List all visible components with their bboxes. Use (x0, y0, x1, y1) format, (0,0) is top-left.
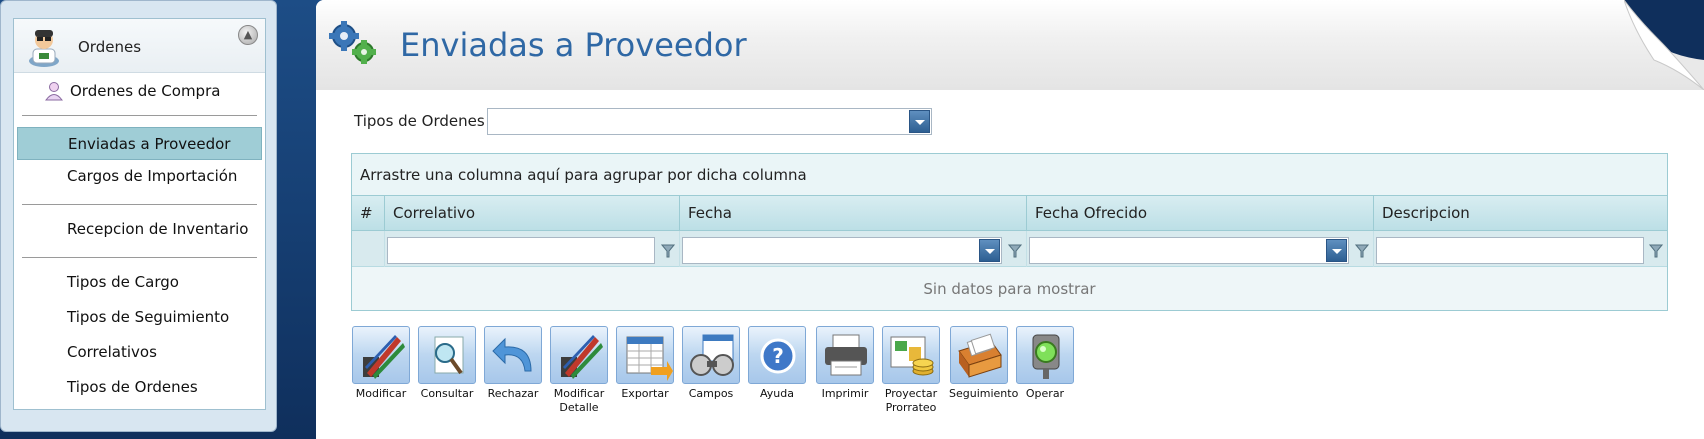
group-by-panel[interactable]: Arrastre una columna aquí para agrupar p… (352, 154, 1667, 196)
modificar-button[interactable]: Modificar (351, 326, 411, 401)
sidebar-item-tipos-seguimiento[interactable]: Tipos de Seguimiento (17, 301, 262, 334)
collapse-up-icon[interactable]: ▲ (238, 25, 258, 45)
proyectar-prorrateo-button[interactable]: Proyectar Prorrateo (881, 326, 941, 415)
filter-funnel-icon[interactable] (661, 243, 675, 259)
side-panel: Ordenes ▲ Ordenes de Compra Enviadas a P… (0, 0, 277, 432)
toolbar-label: Exportar (621, 387, 669, 400)
toolbar-label: Seguimiento (949, 387, 1019, 400)
filter-funnel-icon[interactable] (1649, 243, 1663, 259)
card-file-icon (950, 326, 1008, 384)
column-header-fecha[interactable]: Fecha (680, 196, 1027, 231)
filter-cell-descripcion (1374, 231, 1667, 267)
sidebar-item-label: Ordenes de Compra (70, 82, 221, 100)
toolbar-label: Modificar Detalle (553, 387, 605, 414)
filter-cell-fecha (680, 231, 1027, 267)
undo-arrow-icon (484, 326, 542, 384)
ayuda-button[interactable]: ? Ayuda (747, 326, 807, 401)
toolbar-label: Modificar (355, 387, 407, 400)
fecha-ofrecido-filter-input[interactable] (1029, 237, 1349, 264)
edit-pencils-icon (352, 326, 410, 384)
side-nav: Ordenes ▲ Ordenes de Compra Enviadas a P… (13, 18, 266, 410)
toolbar-label: Operar (1025, 387, 1065, 400)
operar-button[interactable]: Operar (1015, 326, 1075, 401)
filter-funnel-icon[interactable] (1355, 243, 1369, 259)
sidebar-item-enviadas-proveedor[interactable]: Enviadas a Proveedor (17, 127, 262, 160)
toolbar-label: Proyectar Prorrateo (884, 387, 938, 414)
filter-cell-index (352, 231, 385, 267)
page-curl-decoration (1624, 0, 1704, 90)
help-icon: ? (748, 326, 806, 384)
column-header-index[interactable]: # (352, 196, 385, 231)
orders-grid: Arrastre una columna aquí para agrupar p… (351, 153, 1668, 311)
fecha-filter-input[interactable] (682, 237, 1002, 264)
consultar-button[interactable]: Consultar (417, 326, 477, 401)
sidebar-item-label: Tipos de Seguimiento (67, 308, 230, 326)
person-icon (45, 82, 63, 101)
toolbar-label: Imprimir (821, 387, 869, 400)
projection-coins-icon (882, 326, 940, 384)
sidebar-item-label: Tipos de Cargo (67, 273, 179, 291)
gears-icon (329, 21, 376, 64)
magnifier-document-icon (418, 326, 476, 384)
side-header[interactable]: Ordenes ▲ (14, 19, 265, 73)
main-panel: Enviadas a Proveedor Tipos de Ordenes Ar… (316, 0, 1704, 439)
sidebar-item-label: Cargos de Importación (67, 167, 238, 185)
page-header: Enviadas a Proveedor (316, 0, 1704, 90)
grid-header: # Correlativo Fecha Fecha Ofrecido Descr… (352, 196, 1667, 231)
printer-icon (816, 326, 874, 384)
grid-filter-row (352, 231, 1667, 267)
edit-detail-icon (550, 326, 608, 384)
chevron-down-icon[interactable] (909, 110, 930, 133)
sidebar-divider (22, 204, 257, 205)
export-spreadsheet-icon (616, 326, 674, 384)
correlativo-filter-input[interactable] (387, 237, 655, 264)
sidebar-item-label: Tipos de Ordenes (67, 378, 198, 396)
chevron-down-icon[interactable] (979, 239, 1000, 262)
svg-text:?: ? (772, 344, 784, 368)
imprimir-button[interactable]: Imprimir (815, 326, 875, 401)
rechazar-button[interactable]: Rechazar (483, 326, 543, 401)
chevron-down-icon[interactable] (1326, 239, 1347, 262)
sidebar-item-ordenes-compra[interactable]: Ordenes de Compra (17, 75, 262, 108)
exportar-button[interactable]: Exportar (615, 326, 675, 401)
descripcion-filter-input[interactable] (1376, 237, 1644, 264)
column-header-correlativo[interactable]: Correlativo (385, 196, 680, 231)
sidebar-item-label: Correlativos (67, 343, 157, 361)
order-type-label: Tipos de Ordenes (354, 112, 485, 130)
modificar-detalle-button[interactable]: Modificar Detalle (549, 326, 609, 415)
sidebar-divider (22, 115, 257, 116)
toolbar-label: Campos (688, 387, 734, 400)
sidebar-item-recepcion-inventario[interactable]: Recepcion de Inventario (17, 213, 262, 246)
order-type-dropdown[interactable] (487, 108, 932, 135)
toolbar-label: Consultar (420, 387, 474, 400)
sidebar-divider (22, 257, 257, 258)
user-avatar-icon (29, 30, 59, 67)
filter-cell-correlativo (385, 231, 680, 267)
sidebar-item-tipos-ordenes[interactable]: Tipos de Ordenes (17, 371, 262, 404)
toolbar-label: Rechazar (487, 387, 539, 400)
sidebar-item-label: Enviadas a Proveedor (68, 135, 231, 153)
seguimiento-button[interactable]: Seguimiento (949, 326, 1019, 401)
sidebar-item-label: Recepcion de Inventario (67, 220, 249, 238)
columns-grid-icon (682, 326, 740, 384)
grid-empty-message: Sin datos para mostrar (923, 280, 1096, 298)
campos-button[interactable]: Campos (681, 326, 741, 401)
side-header-title: Ordenes (78, 38, 142, 56)
filter-funnel-icon[interactable] (1008, 243, 1022, 259)
traffic-light-icon (1016, 326, 1074, 384)
sidebar-item-cargos-importacion[interactable]: Cargos de Importación (17, 160, 262, 193)
sidebar-item-correlativos[interactable]: Correlativos (17, 336, 262, 369)
page-title: Enviadas a Proveedor (400, 26, 747, 64)
column-header-descripcion[interactable]: Descripcion (1374, 196, 1667, 231)
toolbar-label: Ayuda (760, 387, 794, 400)
filter-cell-fecha-ofrecido (1027, 231, 1374, 267)
sidebar-item-tipos-cargo[interactable]: Tipos de Cargo (17, 266, 262, 299)
column-header-fecha-ofrecido[interactable]: Fecha Ofrecido (1027, 196, 1374, 231)
